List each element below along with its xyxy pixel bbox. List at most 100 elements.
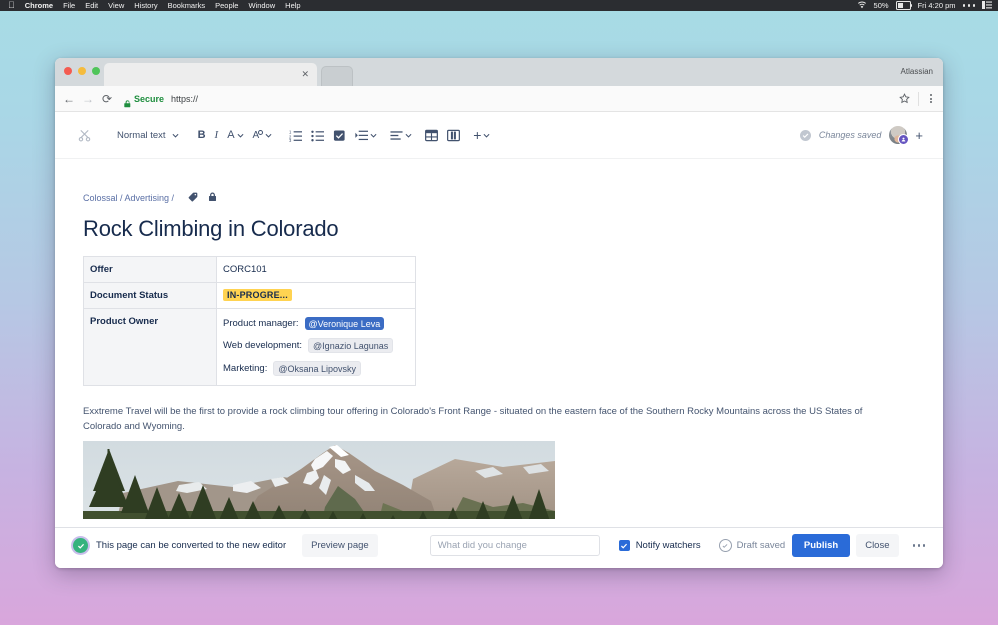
chevron-down-icon [370, 133, 377, 138]
editor-toolbar: Normal text B I A A 123 + Changes saved … [55, 112, 943, 159]
insert-plus-label: + [473, 127, 482, 143]
svg-text:3: 3 [289, 138, 292, 142]
indent-dropdown[interactable] [352, 125, 380, 145]
check-circle-outline-icon [718, 539, 732, 552]
menu-item-chrome[interactable]: Chrome [25, 1, 53, 10]
task-list-icon[interactable] [330, 125, 349, 145]
tab-strip: ✕ Atlassian [55, 58, 943, 86]
menu-item-file[interactable]: File [63, 1, 75, 10]
url-text[interactable]: https:// [171, 94, 198, 104]
body-paragraph[interactable]: Exxtreme Travel will be the first to pro… [83, 404, 893, 434]
breadcrumb-label[interactable]: Colossal / Advertising / [83, 193, 174, 203]
preview-page-button[interactable]: Preview page [302, 534, 378, 557]
table-value-product-owner[interactable]: Product manager: @Veronique Leva Web dev… [216, 308, 416, 386]
lock-icon[interactable] [208, 192, 217, 204]
control-center-icon[interactable] [982, 0, 992, 11]
checked-checkbox-icon[interactable] [618, 540, 630, 551]
toolbar-divider [918, 91, 919, 106]
minimize-window-button[interactable] [78, 67, 86, 75]
menu-item-help[interactable]: Help [285, 1, 300, 10]
editor-bottom-bar: This page can be converted to the new ed… [55, 527, 943, 568]
mountain-photo[interactable] [83, 441, 555, 519]
table-row: Product Owner Product manager: @Veroniqu… [83, 308, 416, 386]
owner-row-product-manager: Product manager: @Veronique Leva [223, 317, 415, 330]
owner-label: Marketing: [223, 363, 268, 374]
avatar-badge-icon [898, 134, 910, 145]
mention-chip[interactable]: @Ignazio Lagunas [308, 338, 394, 353]
back-arrow-icon[interactable]: ← [61, 91, 77, 107]
kebab-menu-icon[interactable] [925, 94, 937, 103]
menu-bar-clock[interactable]: Fri 4:20 pm [918, 1, 956, 10]
insert-dropdown[interactable]: + [470, 125, 493, 145]
mention-chip[interactable]: @Oksana Lipovsky [273, 361, 362, 376]
browser-tab-inactive[interactable] [321, 66, 353, 86]
table-row: Document Status IN-PROGRE... [83, 282, 416, 309]
address-bar[interactable]: Secure https:// [124, 90, 896, 107]
add-user-button[interactable]: + [915, 129, 923, 142]
menu-item-people[interactable]: People [215, 1, 238, 10]
change-comment-input[interactable] [429, 535, 600, 556]
text-style-label: Normal text [117, 129, 166, 141]
browser-tab-active[interactable]: ✕ [104, 63, 317, 86]
window-controls[interactable] [64, 67, 100, 75]
close-icon[interactable]: ✕ [301, 69, 317, 80]
menu-item-view[interactable]: View [108, 1, 124, 10]
wifi-icon[interactable] [857, 1, 867, 11]
owner-label: Product manager: [223, 318, 299, 329]
text-align-dropdown[interactable] [387, 125, 415, 145]
text-style-dropdown[interactable]: Normal text [110, 125, 182, 145]
draft-status: Draft saved [718, 539, 786, 552]
menu-item-window[interactable]: Window [248, 1, 275, 10]
table-value-offer[interactable]: CORC101 [216, 256, 416, 283]
table-header-document-status: Document Status [83, 282, 217, 309]
avatar[interactable] [889, 126, 910, 145]
scissors-icon[interactable] [75, 125, 94, 145]
tag-icon[interactable] [188, 192, 198, 204]
star-icon[interactable] [896, 91, 912, 107]
battery-percent: 50% [873, 1, 889, 10]
browser-window: ✕ Atlassian ← → ⟳ Secure https:// Normal… [55, 58, 943, 568]
apple-icon[interactable]:  [8, 1, 15, 10]
table-icon[interactable] [422, 125, 441, 145]
check-circle-icon [799, 129, 811, 141]
notify-watchers-control[interactable]: Notify watchers [618, 540, 701, 551]
chevron-down-icon [172, 133, 179, 138]
forward-arrow-icon[interactable]: → [80, 91, 96, 107]
bullet-list-icon[interactable] [308, 125, 327, 145]
maximize-window-button[interactable] [92, 67, 100, 75]
bold-button[interactable]: B [195, 125, 209, 145]
page-layout-icon[interactable] [444, 125, 463, 145]
close-window-button[interactable] [64, 67, 72, 75]
chevron-down-icon [483, 133, 490, 138]
browser-toolbar: ← → ⟳ Secure https:// [55, 86, 943, 112]
text-color-dropdown[interactable]: A [224, 125, 246, 145]
close-button[interactable]: Close [856, 534, 899, 557]
more-formatting-label: A [252, 129, 260, 141]
menu-item-bookmarks[interactable]: Bookmarks [168, 1, 206, 10]
chevron-down-icon [405, 133, 412, 138]
save-status-label: Changes saved [818, 130, 882, 140]
publish-button[interactable]: Publish [791, 534, 851, 557]
ellipsis-icon[interactable] [912, 544, 925, 547]
table-value-document-status[interactable]: IN-PROGRE... [216, 282, 416, 309]
numbered-list-icon[interactable]: 123 [286, 125, 305, 145]
owner-row-web-development: Web development: @Ignazio Lagunas [223, 338, 415, 353]
convert-notice: This page can be converted to the new ed… [73, 534, 378, 557]
menu-item-edit[interactable]: Edit [85, 1, 98, 10]
lock-icon [124, 95, 131, 107]
window-title-label: Atlassian [900, 67, 933, 76]
reload-icon[interactable]: ⟳ [99, 91, 115, 107]
secure-label: Secure [134, 93, 165, 104]
more-formatting-dropdown[interactable]: A [250, 125, 276, 145]
status-badge[interactable]: IN-PROGRE... [223, 289, 292, 301]
italic-button[interactable]: I [212, 125, 222, 145]
page-title[interactable]: Rock Climbing in Colorado [83, 215, 915, 243]
mention-chip[interactable]: @Veronique Leva [304, 317, 385, 330]
menu-item-history[interactable]: History [134, 1, 157, 10]
owner-label: Web development: [223, 340, 303, 351]
draft-status-label: Draft saved [736, 540, 786, 551]
text-color-label: A [227, 129, 235, 141]
breadcrumb: Colossal / Advertising / [83, 192, 915, 204]
macos-menu-bar:  Chrome File Edit View History Bookmark… [0, 0, 998, 11]
ellipsis-icon[interactable] [962, 4, 975, 7]
